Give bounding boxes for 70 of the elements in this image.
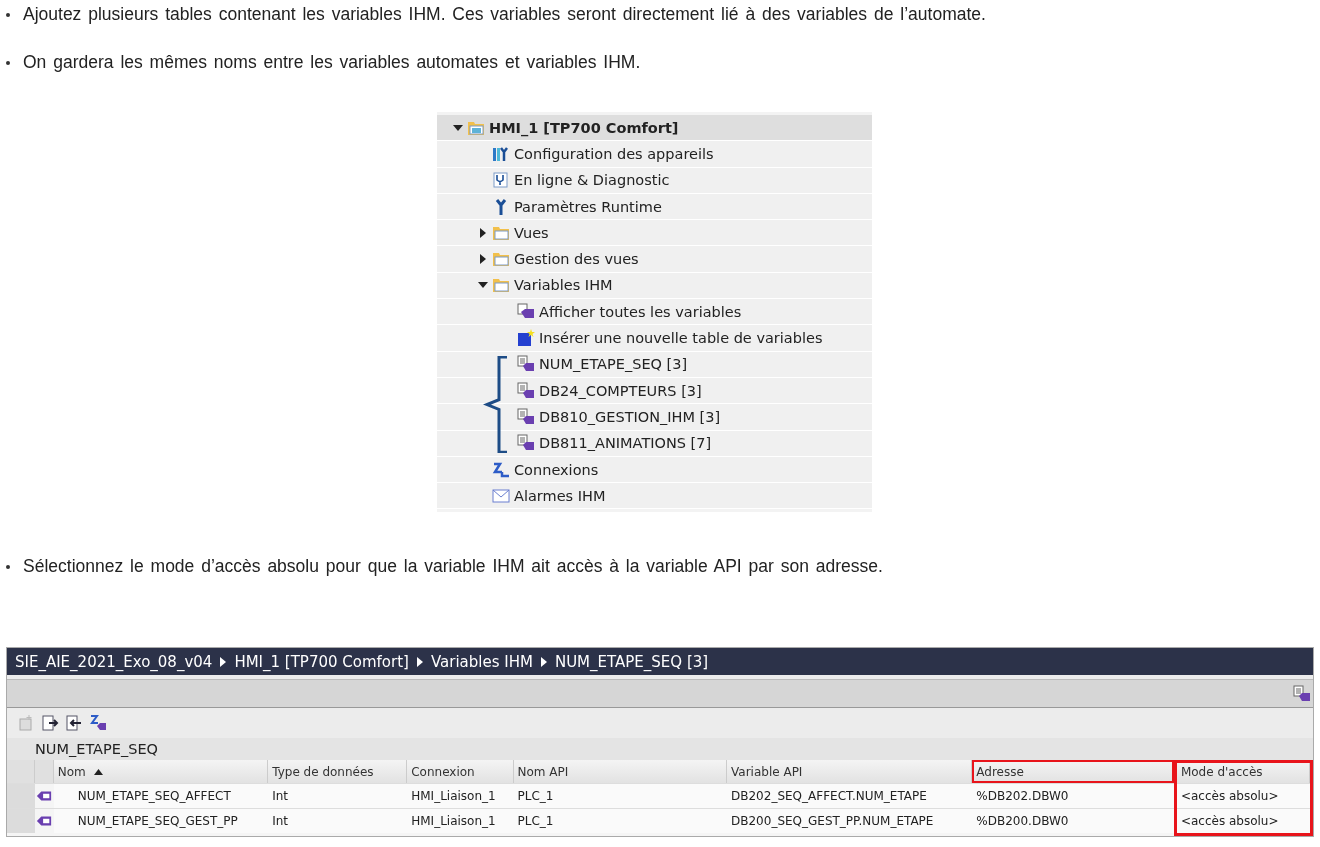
add-row-icon [17, 714, 35, 733]
tree-item[interactable]: Gestion des vues [514, 251, 639, 268]
connection-icon [492, 460, 510, 479]
column-header[interactable]: Nom [53, 760, 269, 784]
bullet-icon [6, 60, 10, 65]
tree-item[interactable]: Configuration des appareils [514, 145, 714, 162]
breadcrumb-item[interactable]: Variables IHM [430, 652, 533, 671]
folder-icon [492, 276, 510, 295]
table-icon [517, 355, 535, 374]
table-cell: %DB200.DBW0 [972, 808, 1174, 834]
row-header-cell[interactable] [7, 808, 35, 834]
column-header[interactable]: Connexion [407, 760, 514, 784]
column-header[interactable]: Variable API [727, 760, 973, 784]
instruction-text: Ajoutez plusieurs tables contenant les variables IHM. Ces variables seront directement lié à des variables de l’automate. [23, 4, 986, 25]
tree-item[interactable]: DB811_ANIMATIONS [7] [539, 435, 712, 452]
table-icon [517, 381, 535, 400]
table-icon [517, 407, 535, 426]
new-table-icon [517, 329, 535, 347]
tree-item[interactable]: Variables IHM [514, 277, 613, 294]
table-cell: <accès absolu> [1176, 808, 1310, 834]
chevron-right-icon [416, 656, 423, 667]
instruction-text: Sélectionnez le mode d’accès absolu pour que la variable IHM ait accès à la variable API par son adresse. [23, 556, 883, 578]
tree-item[interactable]: DB810_GESTION_IHM [3] [539, 408, 721, 425]
table-icon [517, 434, 535, 453]
table-cell: %DB202.DBW0 [972, 783, 1174, 809]
table-cell: HMI_Liaison_1 [407, 808, 514, 834]
column-header[interactable]: Type de données [268, 760, 408, 784]
import-icon [65, 714, 83, 733]
tree-item[interactable]: Connexions [514, 461, 599, 478]
folder-icon [492, 250, 510, 269]
stethoscope-icon [492, 171, 510, 190]
bullet-icon [6, 12, 10, 17]
table-cell: <accès absolu> [1176, 783, 1310, 809]
column-header[interactable]: Mode d'accès [1176, 760, 1310, 784]
table-cell: PLC_1 [513, 783, 727, 809]
tree-item[interactable]: Alarmes IHM [514, 487, 606, 504]
tree-item[interactable]: Insérer une nouvelle table de variables [539, 330, 823, 346]
connection-icon [89, 714, 107, 733]
column-header[interactable]: Adresse [972, 760, 1174, 784]
tree-item[interactable]: Vues [514, 224, 549, 241]
table-cell: DB202_SEQ_AFFECT.NUM_ETAPE [727, 783, 973, 809]
tree-item[interactable]: En ligne & Diagnostic [514, 172, 670, 189]
table-cell: NUM_ETAPE_SEQ_AFFECT [53, 783, 269, 809]
row-header-cell[interactable] [7, 783, 35, 809]
tree-item[interactable]: NUM_ETAPE_SEQ [3] [539, 356, 688, 373]
tree-item[interactable]: Afficher toutes les variables [539, 303, 742, 320]
envelope-icon [492, 486, 510, 505]
breadcrumb-item[interactable]: SIE_AIE_2021_Exo_08_v04 [15, 652, 213, 671]
expand-arrow-icon[interactable] [453, 122, 463, 133]
tree-item[interactable]: DB24_COMPTEURS [3] [539, 382, 702, 399]
table-cell: HMI_Liaison_1 [407, 783, 514, 809]
chevron-right-icon [220, 656, 227, 667]
table-cell: DB200_SEQ_GEST_PP.NUM_ETAPE [727, 808, 973, 834]
table-icon [1293, 684, 1311, 703]
table-cell: NUM_ETAPE_SEQ_GEST_PP [53, 808, 269, 834]
breadcrumb-item[interactable]: NUM_ETAPE_SEQ [3] [554, 652, 709, 671]
breadcrumb-item[interactable]: HMI_1 [TP700 Comfort] [234, 652, 409, 671]
table-title: NUM_ETAPE_SEQ [7, 738, 1313, 761]
column-header[interactable]: Nom API [513, 760, 727, 784]
table-cell: Int [268, 783, 408, 809]
expand-arrow-icon[interactable] [478, 227, 488, 238]
chevron-right-icon [540, 656, 547, 667]
instruction-text: On gardera les mêmes noms entre les variables automates et variables IHM. [23, 52, 641, 73]
export-icon [41, 714, 59, 733]
table-cell: PLC_1 [513, 808, 727, 834]
table-cell: Int [268, 808, 408, 834]
tags-icon [517, 302, 535, 321]
tree-item[interactable]: Paramètres Runtime [514, 198, 662, 215]
expand-arrow-icon[interactable] [478, 254, 488, 265]
bullet-icon [6, 564, 10, 569]
